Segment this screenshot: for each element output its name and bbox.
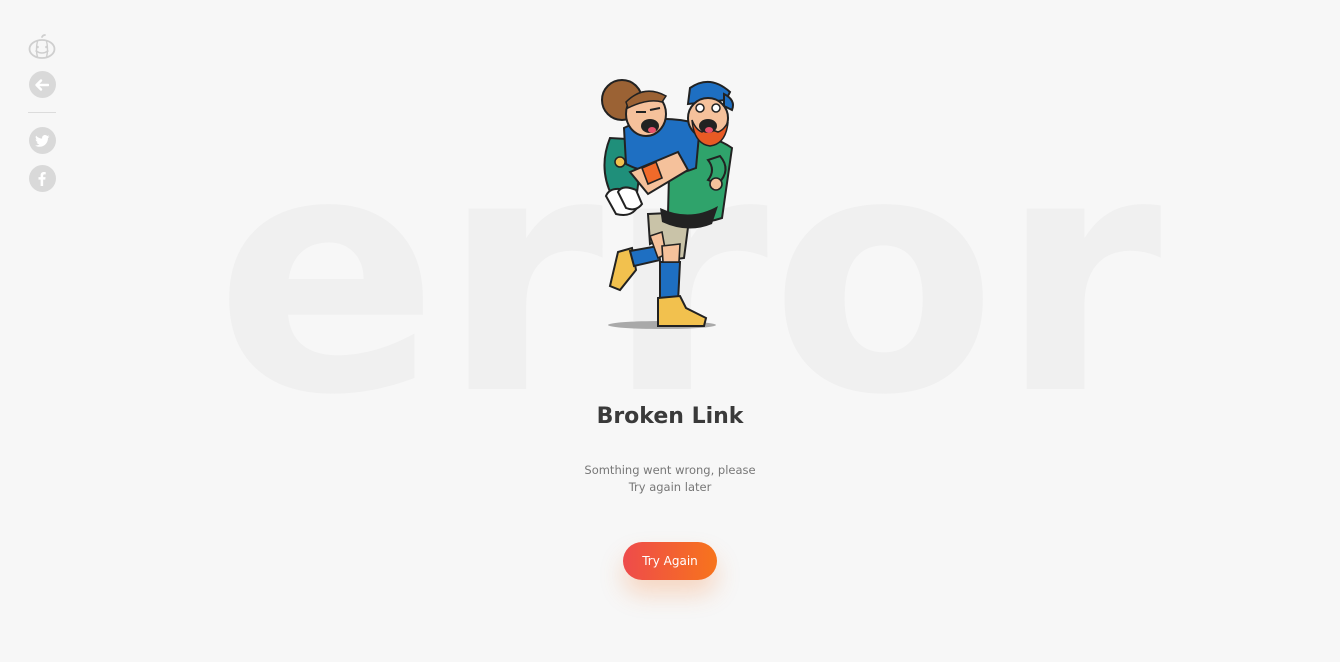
page-title: Broken Link xyxy=(596,404,744,429)
facebook-icon xyxy=(38,171,46,186)
side-nav xyxy=(28,34,56,192)
back-arrow-icon xyxy=(35,78,49,91)
error-message: Somthing went wrong, please Try again la… xyxy=(0,462,1340,496)
nav-divider xyxy=(28,112,56,113)
back-button[interactable] xyxy=(28,71,56,98)
pumpkin-logo-icon[interactable] xyxy=(28,34,56,60)
twitter-icon xyxy=(34,134,49,147)
error-message-line-2: Try again later xyxy=(628,480,712,494)
error-message-line-1: Somthing went wrong, please xyxy=(584,463,756,477)
facebook-share-button[interactable] xyxy=(28,165,56,192)
try-again-button[interactable]: Try Again xyxy=(623,542,717,580)
twitter-share-button[interactable] xyxy=(28,127,56,154)
running-couple-illustration xyxy=(590,76,750,334)
